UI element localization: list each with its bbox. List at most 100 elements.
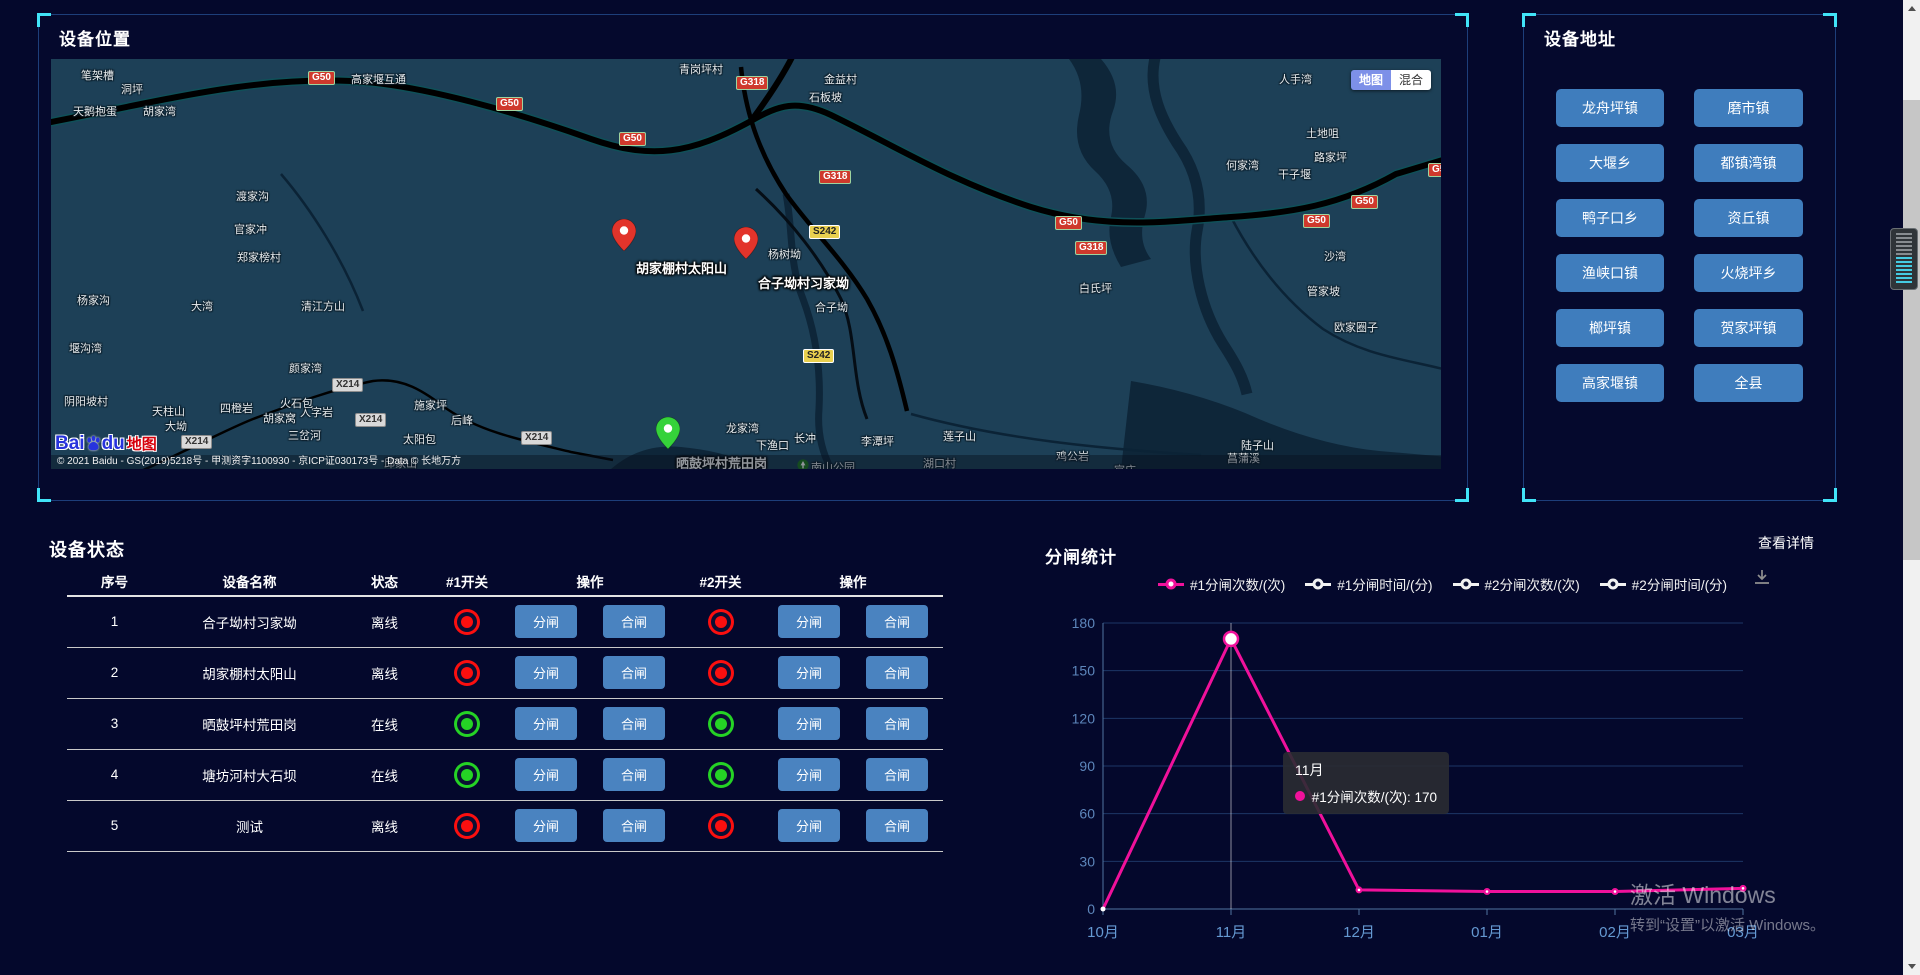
road-shield-x214: X214 xyxy=(181,435,212,449)
row2-sw2-open-button[interactable]: 分闸 xyxy=(778,656,840,689)
table-header-cell: 设备名称 xyxy=(162,566,337,596)
map-place-label: 胡家窝 xyxy=(263,410,296,426)
scroll-indicator-widget xyxy=(1890,228,1918,290)
address-button-2[interactable]: 大堰乡 xyxy=(1556,144,1664,182)
map-place-label: 李潭坪 xyxy=(861,433,894,449)
corner-bracket xyxy=(1455,13,1469,27)
row5-sw2-close-button[interactable]: 合闸 xyxy=(866,809,928,842)
opening-stats-chart[interactable]: 030609012015018010月11月12月01月02月03月 xyxy=(1040,590,1896,950)
map-place-label: 莲子山 xyxy=(943,428,976,444)
row3-sw1-open-button[interactable]: 分闸 xyxy=(515,707,577,740)
map-place-label: 金益村 xyxy=(824,71,857,87)
table-header-row: 序号设备名称状态#1开关操作#2开关操作 xyxy=(67,566,943,596)
baidu-logo-bai: Bai xyxy=(55,434,85,453)
address-button-9[interactable]: 贺家坪镇 xyxy=(1694,309,1803,347)
row2-sw1-close-button[interactable]: 合闸 xyxy=(603,656,665,689)
address-button-1[interactable]: 磨市镇 xyxy=(1694,89,1803,127)
row1-sw2-close-button[interactable]: 合闸 xyxy=(866,605,928,638)
row5-sw1-close-button[interactable]: 合闸 xyxy=(603,809,665,842)
address-button-3[interactable]: 都镇湾镇 xyxy=(1694,144,1803,182)
download-icon[interactable] xyxy=(1752,568,1772,586)
baidu-map[interactable]: 笔架槽洞坪高家堰互通天鹅抱蛋胡家湾青岗坪村金益村石板坡人手湾土地咀路家坪干子堰沙… xyxy=(51,59,1441,469)
scrollbar-down-arrow[interactable] xyxy=(1903,958,1920,975)
device-status-title: 设备状态 xyxy=(49,536,125,562)
map-place-label: 沙湾 xyxy=(1324,248,1346,264)
row1-sw1-close-button[interactable]: 合闸 xyxy=(603,605,665,638)
address-button-11[interactable]: 全县 xyxy=(1694,364,1803,402)
table-header-cell: #1开关 xyxy=(432,566,502,596)
map-pin-label: 合子坳村习家坳 xyxy=(758,273,849,292)
baidu-logo-map-word: 地图 xyxy=(127,433,157,454)
row2-sw1-open-button[interactable]: 分闸 xyxy=(515,656,577,689)
map-pin-red[interactable] xyxy=(612,219,636,256)
address-button-0[interactable]: 龙舟坪镇 xyxy=(1556,89,1664,127)
svg-text:30: 30 xyxy=(1079,853,1095,869)
row1-sw1-open-button[interactable]: 分闸 xyxy=(515,605,577,638)
corner-bracket xyxy=(1522,488,1536,502)
view-details-link[interactable]: 查看详情 xyxy=(1758,533,1814,553)
row4-sw1-close-button[interactable]: 合闸 xyxy=(603,758,665,791)
scrollbar-thumb[interactable] xyxy=(1903,100,1920,560)
table-header-cell: #2开关 xyxy=(678,566,763,596)
svg-text:180: 180 xyxy=(1072,615,1096,631)
map-place-label: 合子坳 xyxy=(815,299,848,315)
row5-sw2-open-button[interactable]: 分闸 xyxy=(778,809,840,842)
row3-sw2-close-button[interactable]: 合闸 xyxy=(866,707,928,740)
device-status: 离线 xyxy=(337,596,432,647)
row5-sw1-open-button[interactable]: 分闸 xyxy=(515,809,577,842)
address-button-4[interactable]: 鸭子口乡 xyxy=(1556,199,1664,237)
row1-sw2-open-button[interactable]: 分闸 xyxy=(778,605,840,638)
row4-sw1-open-button[interactable]: 分闸 xyxy=(515,758,577,791)
switch-status-light-green xyxy=(454,762,480,788)
row4-sw2-open-button[interactable]: 分闸 xyxy=(778,758,840,791)
device-status: 离线 xyxy=(337,647,432,698)
map-place-label: 火石包 xyxy=(280,395,313,411)
row4-sw2-close-button[interactable]: 合闸 xyxy=(866,758,928,791)
address-button-6[interactable]: 渔峡口镇 xyxy=(1556,254,1664,292)
switch-status-light-red xyxy=(454,660,480,686)
road-shield-g50: G50 xyxy=(1055,216,1082,230)
map-place-label: 官家冲 xyxy=(234,221,267,237)
table-row: 1合子坳村习家坳离线分闸合闸分闸合闸 xyxy=(67,596,943,647)
row-index: 3 xyxy=(67,698,162,749)
map-type-toggle: 地图 混合 xyxy=(1351,70,1431,90)
road-shield-g50: G50 xyxy=(1351,195,1378,209)
row2-sw2-close-button[interactable]: 合闸 xyxy=(866,656,928,689)
map-pin-red[interactable] xyxy=(734,227,758,264)
map-toggle-hybrid[interactable]: 混合 xyxy=(1391,70,1431,90)
switch-status-light-red xyxy=(454,609,480,635)
address-button-5[interactable]: 资丘镇 xyxy=(1694,199,1803,237)
row-index: 2 xyxy=(67,647,162,698)
row3-sw1-close-button[interactable]: 合闸 xyxy=(603,707,665,740)
browser-scrollbar[interactable] xyxy=(1903,0,1920,975)
address-button-8[interactable]: 榔坪镇 xyxy=(1556,309,1664,347)
map-toggle-map[interactable]: 地图 xyxy=(1351,70,1391,90)
road-shield-g50: G50 xyxy=(496,97,523,111)
device-status-table: 序号设备名称状态#1开关操作#2开关操作 1合子坳村习家坳离线分闸合闸分闸合闸2… xyxy=(67,566,943,852)
device-status-panel: 设备状态 序号设备名称状态#1开关操作#2开关操作 1合子坳村习家坳离线分闸合闸… xyxy=(38,530,988,875)
map-place-label: 渡家沟 xyxy=(236,188,269,204)
map-overlay-layer: 笔架槽洞坪高家堰互通天鹅抱蛋胡家湾青岗坪村金益村石板坡人手湾土地咀路家坪干子堰沙… xyxy=(51,59,1441,469)
address-button-10[interactable]: 高家堰镇 xyxy=(1556,364,1664,402)
map-place-label: 大湾 xyxy=(191,298,213,314)
map-pin-green[interactable] xyxy=(656,417,680,454)
corner-bracket xyxy=(1823,488,1837,502)
baidu-logo-du: du xyxy=(102,434,125,453)
map-place-label: 龙家湾 xyxy=(726,420,759,436)
scrollbar-up-arrow[interactable] xyxy=(1903,0,1920,17)
map-place-label: 杨家沟 xyxy=(77,292,110,308)
corner-bracket xyxy=(1455,488,1469,502)
row-index: 5 xyxy=(67,800,162,851)
switch-status-light-red xyxy=(708,609,734,635)
baidu-logo[interactable]: Bai du 地图 xyxy=(55,433,157,454)
address-button-7[interactable]: 火烧坪乡 xyxy=(1694,254,1803,292)
switch-status-light-green xyxy=(708,711,734,737)
map-pin-label: 胡家棚村太阳山 xyxy=(636,258,727,277)
map-place-label: 大坳 xyxy=(165,418,187,434)
table-row: 3晒鼓坪村荒田岗在线分闸合闸分闸合闸 xyxy=(67,698,943,749)
row3-sw2-open-button[interactable]: 分闸 xyxy=(778,707,840,740)
device-name: 胡家棚村太阳山 xyxy=(162,647,337,698)
map-place-label: 下渔口 xyxy=(756,437,789,453)
road-shield-g50: G50 xyxy=(1303,214,1330,228)
svg-text:10月: 10月 xyxy=(1087,924,1119,941)
